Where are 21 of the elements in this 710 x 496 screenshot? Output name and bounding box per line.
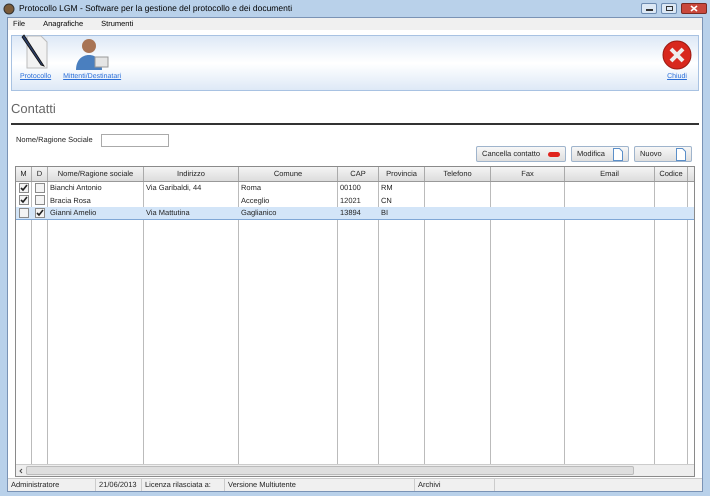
maximize-button[interactable]: [661, 3, 677, 14]
page-heading: Contatti: [11, 101, 56, 116]
page-icon: [613, 148, 623, 160]
scrollbar-thumb[interactable]: [26, 466, 634, 475]
checkbox[interactable]: [35, 195, 45, 206]
window-title: Protocollo LGM - Software per la gestione del protocollo e dei documenti: [19, 2, 292, 15]
scroll-left-icon[interactable]: [18, 468, 24, 474]
checkbox[interactable]: [35, 208, 45, 218]
checkbox[interactable]: [19, 182, 29, 193]
checkbox[interactable]: [19, 208, 29, 218]
person-icon: [75, 38, 110, 70]
minus-icon: [548, 152, 560, 156]
minimize-button[interactable]: [641, 3, 657, 14]
close-icon: [662, 40, 692, 70]
close-button[interactable]: [681, 3, 707, 14]
close-icon: [690, 5, 698, 12]
checkbox[interactable]: [19, 195, 29, 206]
search-field[interactable]: [100, 134, 169, 146]
checkbox[interactable]: [35, 182, 45, 193]
page-icon: [676, 148, 686, 160]
app-icon: [3, 2, 15, 14]
